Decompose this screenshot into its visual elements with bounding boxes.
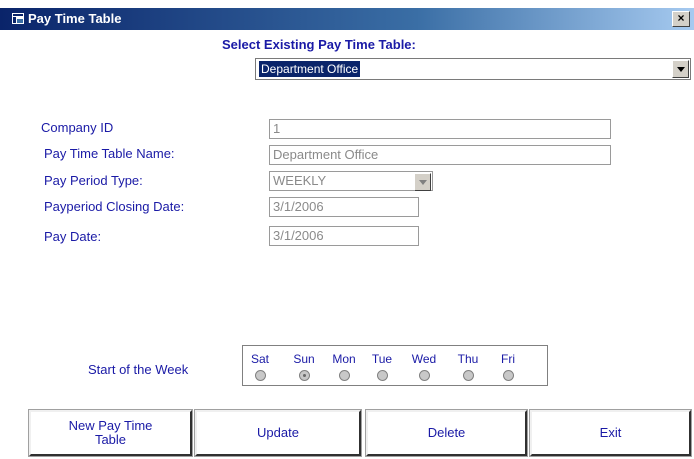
pay-time-table-name-field[interactable]: Department Office: [269, 145, 611, 165]
title-bar[interactable]: Pay Time Table ×: [0, 8, 694, 30]
pay-time-table-window: Pay Time Table × Select Existing Pay Tim…: [0, 0, 694, 459]
day-label: Wed: [411, 352, 437, 366]
pay-period-type-label: Pay Period Type:: [44, 173, 143, 188]
start-of-week-label: Start of the Week: [88, 362, 189, 377]
payperiod-closing-date-field[interactable]: 3/1/2006: [269, 197, 419, 217]
radio-sun[interactable]: [298, 370, 310, 381]
radio-thu[interactable]: [462, 370, 474, 381]
pay-period-type-value: WEEKLY: [273, 173, 327, 188]
pay-period-type-select[interactable]: WEEKLY: [269, 171, 433, 191]
delete-button[interactable]: Delete: [365, 409, 528, 457]
day-label: Fri: [501, 352, 515, 366]
day-label: Tue: [371, 352, 393, 366]
company-id-field[interactable]: 1: [269, 119, 611, 139]
day-option-sun[interactable]: Sun: [289, 352, 319, 381]
start-of-week-group: Sat Sun Mon Tue Wed Thu Fri: [242, 345, 548, 386]
day-label: Sat: [250, 352, 269, 366]
company-id-label: Company ID: [41, 120, 114, 135]
day-option-wed[interactable]: Wed: [409, 352, 439, 381]
radio-tue[interactable]: [376, 370, 388, 381]
selected-pay-time-table: Department Office: [259, 61, 361, 77]
radio-fri[interactable]: [502, 370, 514, 381]
new-pay-time-table-button[interactable]: New Pay Time Table: [28, 409, 193, 457]
update-button[interactable]: Update: [194, 409, 362, 457]
day-option-sat[interactable]: Sat: [245, 352, 275, 381]
day-option-thu[interactable]: Thu: [453, 352, 483, 381]
day-label: Thu: [457, 352, 479, 366]
window-title: Pay Time Table: [28, 11, 122, 26]
pay-date-field[interactable]: 3/1/2006: [269, 226, 419, 246]
pay-time-table-select[interactable]: Department Office: [255, 58, 691, 80]
new-pay-time-table-label: New Pay Time Table: [68, 418, 153, 447]
day-option-mon[interactable]: Mon: [329, 352, 359, 381]
chevron-down-icon[interactable]: [414, 173, 431, 191]
window-icon: [12, 13, 24, 24]
chevron-down-icon[interactable]: [672, 60, 689, 78]
radio-wed[interactable]: [418, 370, 430, 381]
pay-time-table-name-label: Pay Time Table Name:: [44, 146, 175, 161]
close-icon[interactable]: ×: [672, 11, 690, 27]
day-label: Mon: [332, 352, 356, 366]
day-label: Sun: [293, 352, 315, 366]
exit-button[interactable]: Exit: [529, 409, 692, 457]
day-option-fri[interactable]: Fri: [493, 352, 523, 381]
radio-sat[interactable]: [254, 370, 266, 381]
radio-mon[interactable]: [338, 370, 350, 381]
day-option-tue[interactable]: Tue: [367, 352, 397, 381]
payperiod-closing-date-label: Payperiod Closing Date:: [44, 199, 185, 214]
select-heading: Select Existing Pay Time Table:: [222, 37, 416, 52]
pay-date-label: Pay Date:: [44, 229, 102, 244]
